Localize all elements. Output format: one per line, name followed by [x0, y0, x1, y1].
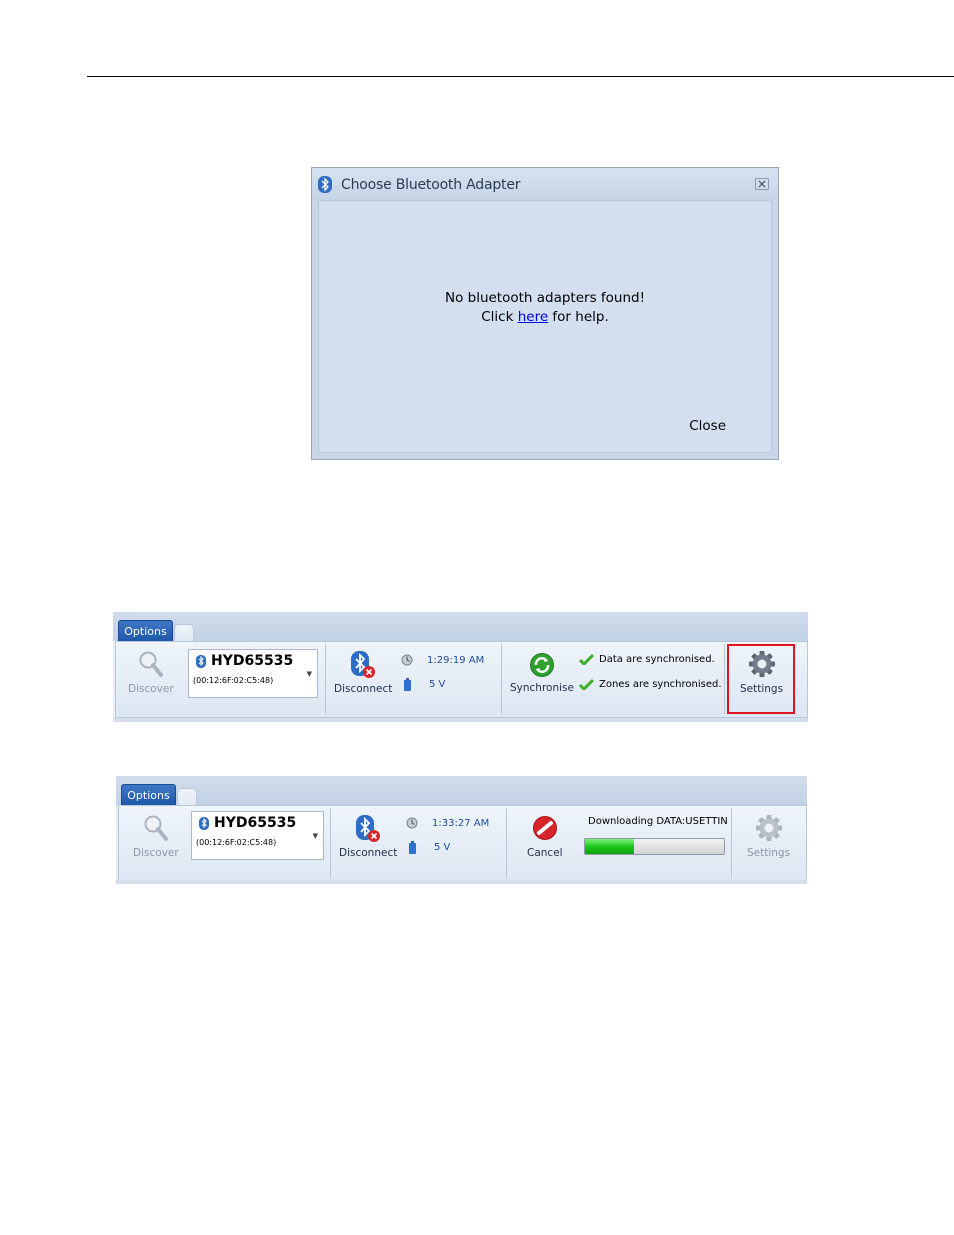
dialog-title: Choose Bluetooth Adapter [341, 177, 521, 193]
bluetooth-icon [199, 817, 209, 830]
device-name: HYD65535 [214, 815, 297, 831]
magnifier-icon [144, 815, 168, 841]
device-name: HYD65535 [211, 653, 294, 669]
choose-bluetooth-adapter-dialog: Choose Bluetooth Adapter No bluetooth ad… [311, 167, 779, 460]
battery-icon [409, 841, 416, 854]
settings-button[interactable]: Settings [740, 650, 783, 695]
bluetooth-icon [196, 655, 206, 668]
help-link[interactable]: here [518, 309, 548, 325]
separator [731, 808, 732, 878]
voltage-readout: 5 V [404, 678, 445, 691]
settings-label: Settings [747, 847, 791, 859]
gear-icon [748, 651, 775, 677]
tab-options[interactable]: Options [121, 784, 176, 806]
battery-icon [404, 678, 411, 691]
bluetooth-disconnect-icon [351, 651, 376, 678]
cancel-button[interactable]: Cancel [527, 814, 563, 859]
voltage-value: 5 V [429, 679, 446, 690]
separator [724, 644, 725, 714]
voltage-value: 5 V [434, 842, 451, 853]
discover-button[interactable]: Discover [128, 650, 174, 695]
disconnect-label: Disconnect [339, 847, 398, 859]
tab-blank[interactable] [174, 624, 194, 642]
help-suffix: for help. [548, 309, 609, 325]
time-value: 1:33:27 AM [432, 817, 490, 829]
checkmark-icon [579, 654, 594, 665]
gear-icon [755, 815, 782, 841]
tab-blank[interactable] [177, 788, 197, 806]
bluetooth-disconnect-icon [356, 815, 381, 842]
download-progress-bar [584, 838, 725, 855]
help-prefix: Click [481, 309, 518, 325]
device-selector[interactable]: HYD65535 (00:12:6F:02:C5:48) ▼ [188, 649, 318, 698]
dialog-close-button[interactable]: Close [689, 418, 726, 434]
progress-fill [585, 839, 634, 854]
time-readout: 1:29:19 AM [401, 654, 484, 666]
device-address: (00:12:6F:02:C5:48) [196, 838, 277, 847]
separator [325, 644, 326, 714]
disconnect-label: Disconnect [334, 683, 393, 695]
cancel-icon [532, 816, 557, 840]
ribbon-band: Discover HYD65535 (00:12:6F:02:C5:48) ▼ … [115, 641, 808, 718]
dialog-body: No bluetooth adapters found! Click here … [318, 200, 772, 453]
page-top-rule [87, 76, 954, 77]
discover-label: Discover [128, 683, 174, 695]
time-value: 1:29:19 AM [427, 654, 485, 666]
checkmark-icon [579, 679, 594, 690]
ribbon-toolbar-downloading: Options Discover HYD65535 (00:12:6F:02:C… [116, 776, 807, 884]
synchronise-button[interactable]: Synchronise [510, 651, 574, 694]
ribbon-bottom-edge [116, 880, 807, 884]
tab-options[interactable]: Options [118, 620, 173, 642]
ribbon-tabstrip [113, 612, 808, 641]
ribbon-band: Discover HYD65535 (00:12:6F:02:C5:48) ▼ … [118, 805, 807, 882]
voltage-readout: 5 V [409, 841, 450, 854]
discover-label: Discover [133, 847, 179, 859]
separator [501, 644, 502, 714]
dialog-message: No bluetooth adapters found! Click here … [319, 289, 771, 327]
clock-icon [401, 654, 413, 666]
close-x-icon[interactable] [755, 178, 769, 190]
time-readout: 1:33:27 AM [406, 817, 489, 829]
zones-status-text: Zones are synchronised. [599, 679, 722, 690]
separator [330, 808, 331, 878]
data-status: Data are synchronised. [579, 654, 715, 665]
ribbon-bottom-edge [113, 718, 808, 722]
ribbon-toolbar-synced: Options Discover HYD65535 (00:12:6F:02:C… [113, 612, 808, 722]
settings-button[interactable]: Settings [747, 814, 790, 859]
data-status-text: Data are synchronised. [599, 654, 715, 665]
clock-icon [406, 817, 418, 829]
dialog-titlebar: Choose Bluetooth Adapter [312, 168, 778, 200]
no-adapters-text: No bluetooth adapters found! [444, 290, 646, 306]
cancel-label: Cancel [527, 847, 563, 859]
bluetooth-icon [318, 176, 332, 193]
dropdown-caret-icon[interactable]: ▼ [313, 832, 318, 840]
synchronise-label: Synchronise [510, 682, 574, 694]
separator [506, 808, 507, 878]
sync-icon [529, 653, 554, 677]
settings-label: Settings [740, 683, 784, 695]
disconnect-button[interactable]: Disconnect [334, 650, 392, 695]
device-selector[interactable]: HYD65535 (00:12:6F:02:C5:48) ▼ [191, 811, 324, 860]
help-line: Click here for help. [319, 308, 771, 327]
dropdown-caret-icon[interactable]: ▼ [307, 670, 312, 678]
discover-button[interactable]: Discover [133, 814, 179, 859]
device-address: (00:12:6F:02:C5:48) [193, 676, 274, 685]
disconnect-button[interactable]: Disconnect [339, 814, 397, 859]
zones-status: Zones are synchronised. [579, 679, 722, 690]
ribbon-tabstrip [116, 776, 807, 805]
download-status-text: Downloading DATA:USETTIN [588, 816, 728, 827]
magnifier-icon [139, 651, 163, 677]
